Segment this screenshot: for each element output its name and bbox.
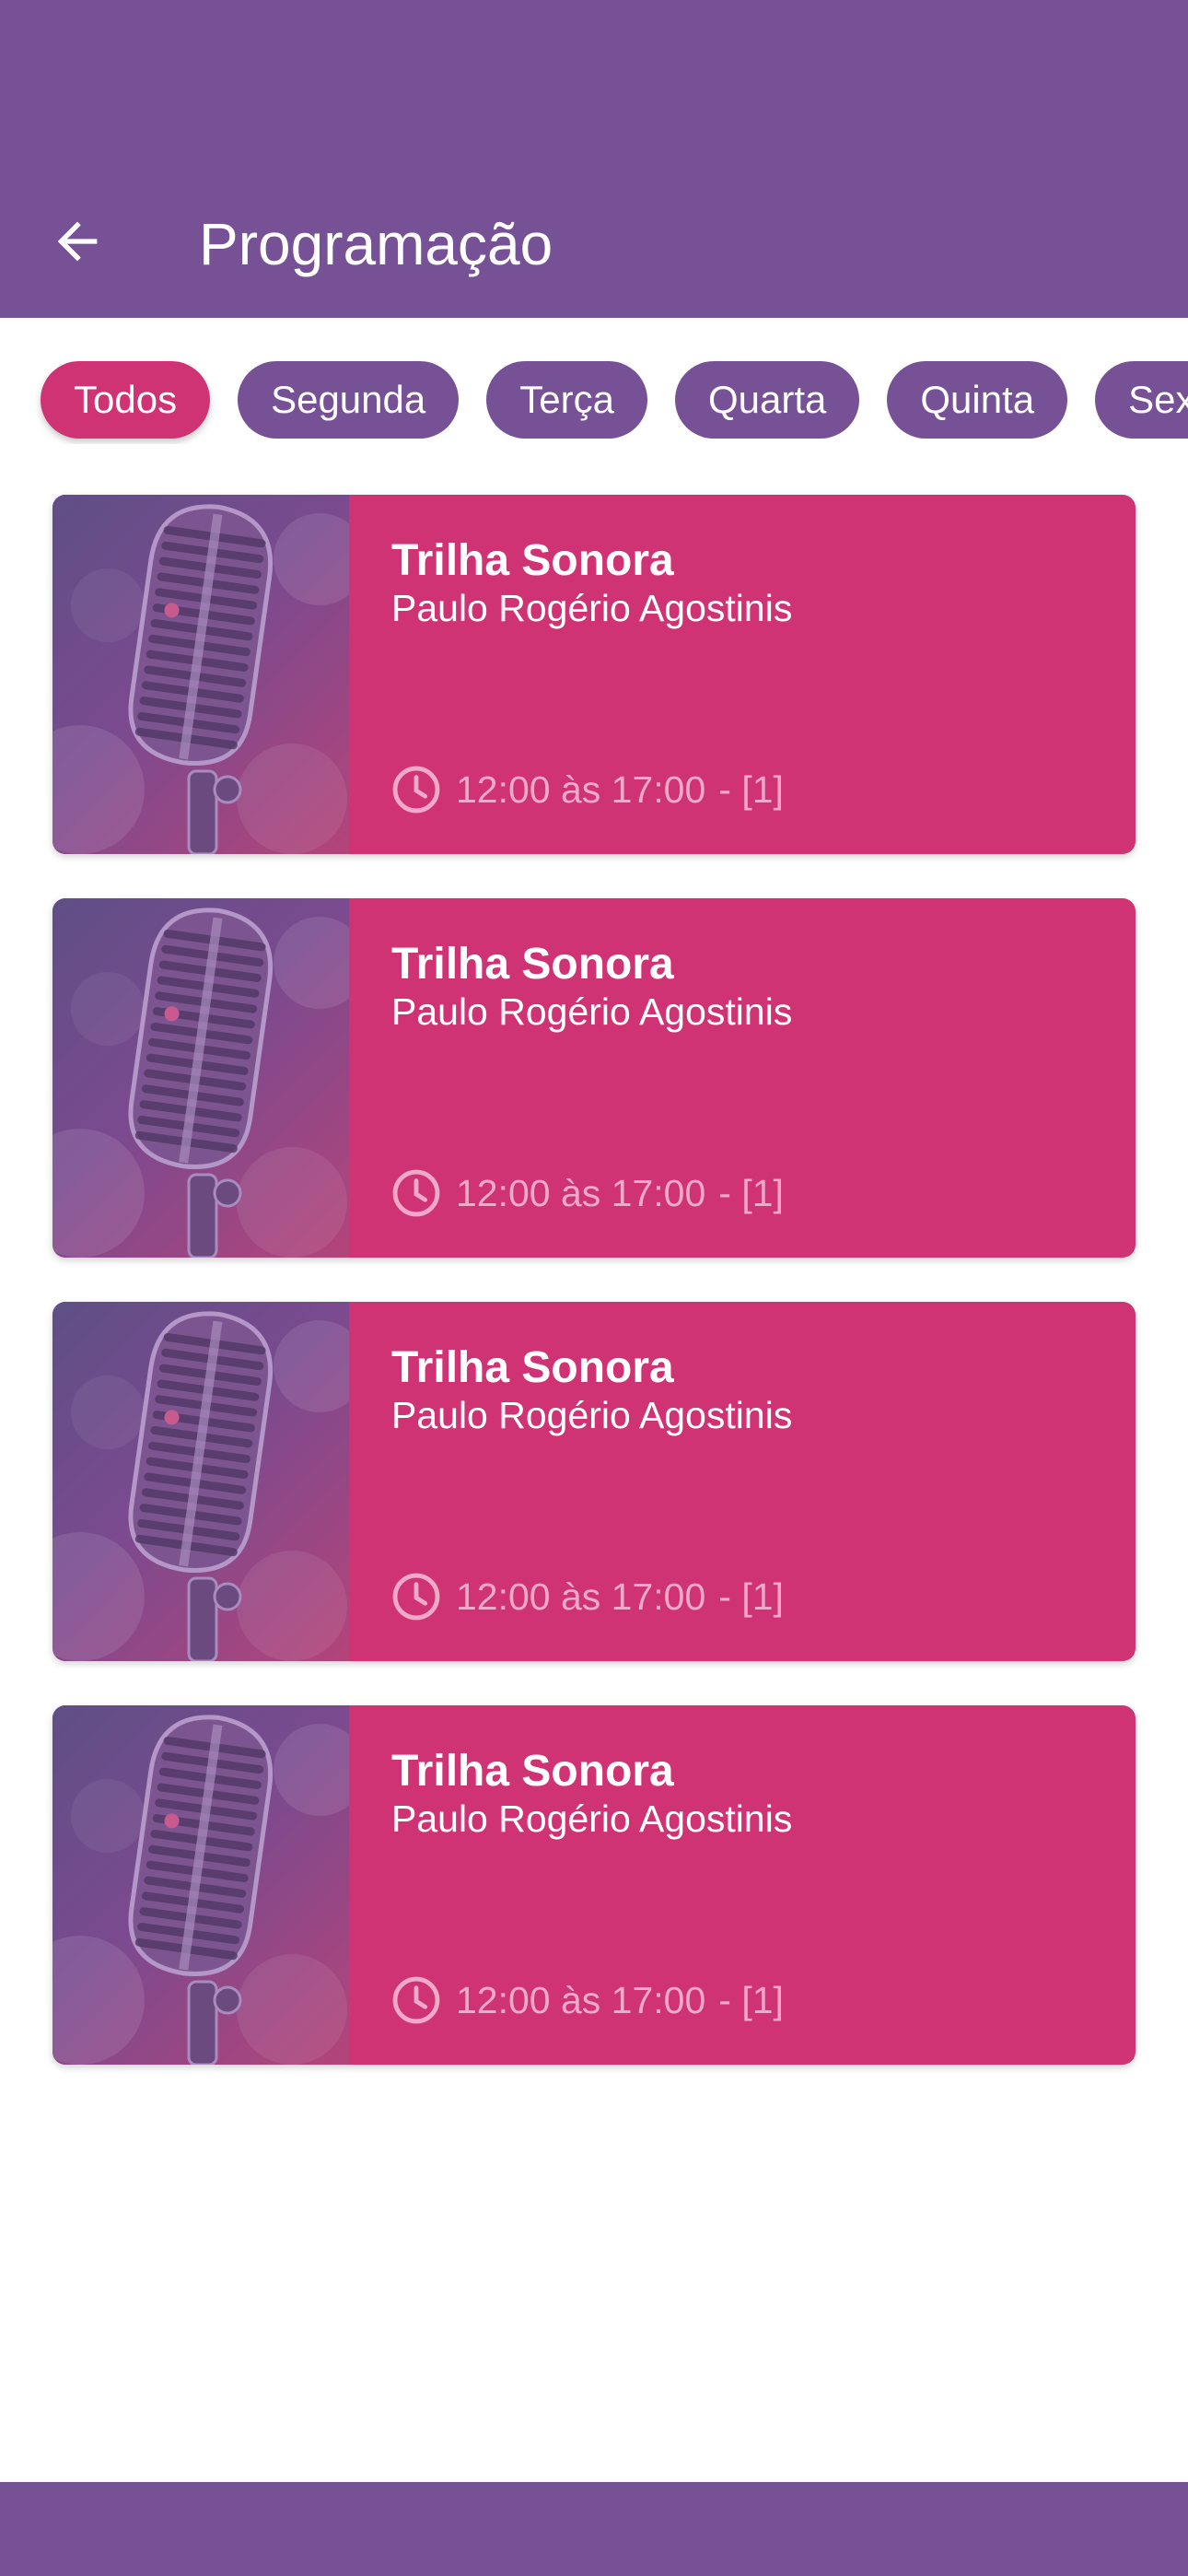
- program-card[interactable]: Trilha Sonora Paulo Rogério Agostinis 12…: [52, 898, 1136, 1258]
- program-count: - [1]: [718, 1978, 784, 2021]
- program-schedule: 12:00 às 17:00 - [1]: [390, 1569, 784, 1624]
- tab-todos[interactable]: Todos: [41, 361, 211, 439]
- clock-icon: [392, 1573, 440, 1621]
- clock-icon: [392, 1976, 440, 2024]
- program-card[interactable]: Trilha Sonora Paulo Rogério Agostinis 12…: [52, 1705, 1136, 2065]
- day-filter-tabs: Todos Segunda Terça Quarta Quinta Sext: [0, 361, 1188, 444]
- bottom-bar: [0, 2482, 1188, 2576]
- tab-segunda[interactable]: Segunda: [238, 361, 460, 439]
- program-time: 12:00 às 17:00: [456, 1978, 706, 2021]
- program-count: - [1]: [718, 1575, 784, 1618]
- program-host: Paulo Rogério Agostinis: [391, 1394, 793, 1436]
- program-host: Paulo Rogério Agostinis: [391, 990, 793, 1033]
- app-bar: Programação: [0, 0, 1188, 318]
- program-schedule: 12:00 às 17:00 - [1]: [390, 1165, 784, 1221]
- tab-quarta[interactable]: Quarta: [674, 361, 860, 439]
- program-title: Trilha Sonora: [391, 940, 674, 989]
- program-list: Trilha Sonora Paulo Rogério Agostinis 12…: [52, 495, 1136, 2109]
- back-button[interactable]: [41, 205, 114, 278]
- program-title: Trilha Sonora: [391, 536, 674, 585]
- tab-quinta[interactable]: Quinta: [887, 361, 1068, 439]
- tab-terca[interactable]: Terça: [486, 361, 647, 439]
- program-time: 12:00 às 17:00: [456, 767, 706, 811]
- microphone-image: [52, 495, 349, 854]
- program-count: - [1]: [718, 767, 784, 811]
- microphone-image: [52, 898, 349, 1258]
- program-time: 12:00 às 17:00: [456, 1575, 706, 1618]
- program-schedule: 12:00 às 17:00 - [1]: [390, 1973, 784, 2028]
- program-card[interactable]: Trilha Sonora Paulo Rogério Agostinis 12…: [52, 1302, 1136, 1661]
- program-time: 12:00 às 17:00: [456, 1171, 706, 1214]
- clock-icon: [392, 1169, 440, 1217]
- microphone-image: [52, 1302, 349, 1661]
- program-title: Trilha Sonora: [391, 1747, 674, 1796]
- microphone-image: [52, 1705, 349, 2065]
- page-title: Programação: [199, 211, 553, 277]
- program-schedule: 12:00 às 17:00 - [1]: [390, 762, 784, 817]
- program-card[interactable]: Trilha Sonora Paulo Rogério Agostinis 12…: [52, 495, 1136, 854]
- tab-sexta[interactable]: Sext: [1095, 361, 1188, 439]
- program-host: Paulo Rogério Agostinis: [391, 587, 793, 629]
- program-title: Trilha Sonora: [391, 1343, 674, 1392]
- clock-icon: [392, 766, 440, 814]
- program-host: Paulo Rogério Agostinis: [391, 1797, 793, 1840]
- program-count: - [1]: [718, 1171, 784, 1214]
- arrow-left-icon: [57, 221, 98, 262]
